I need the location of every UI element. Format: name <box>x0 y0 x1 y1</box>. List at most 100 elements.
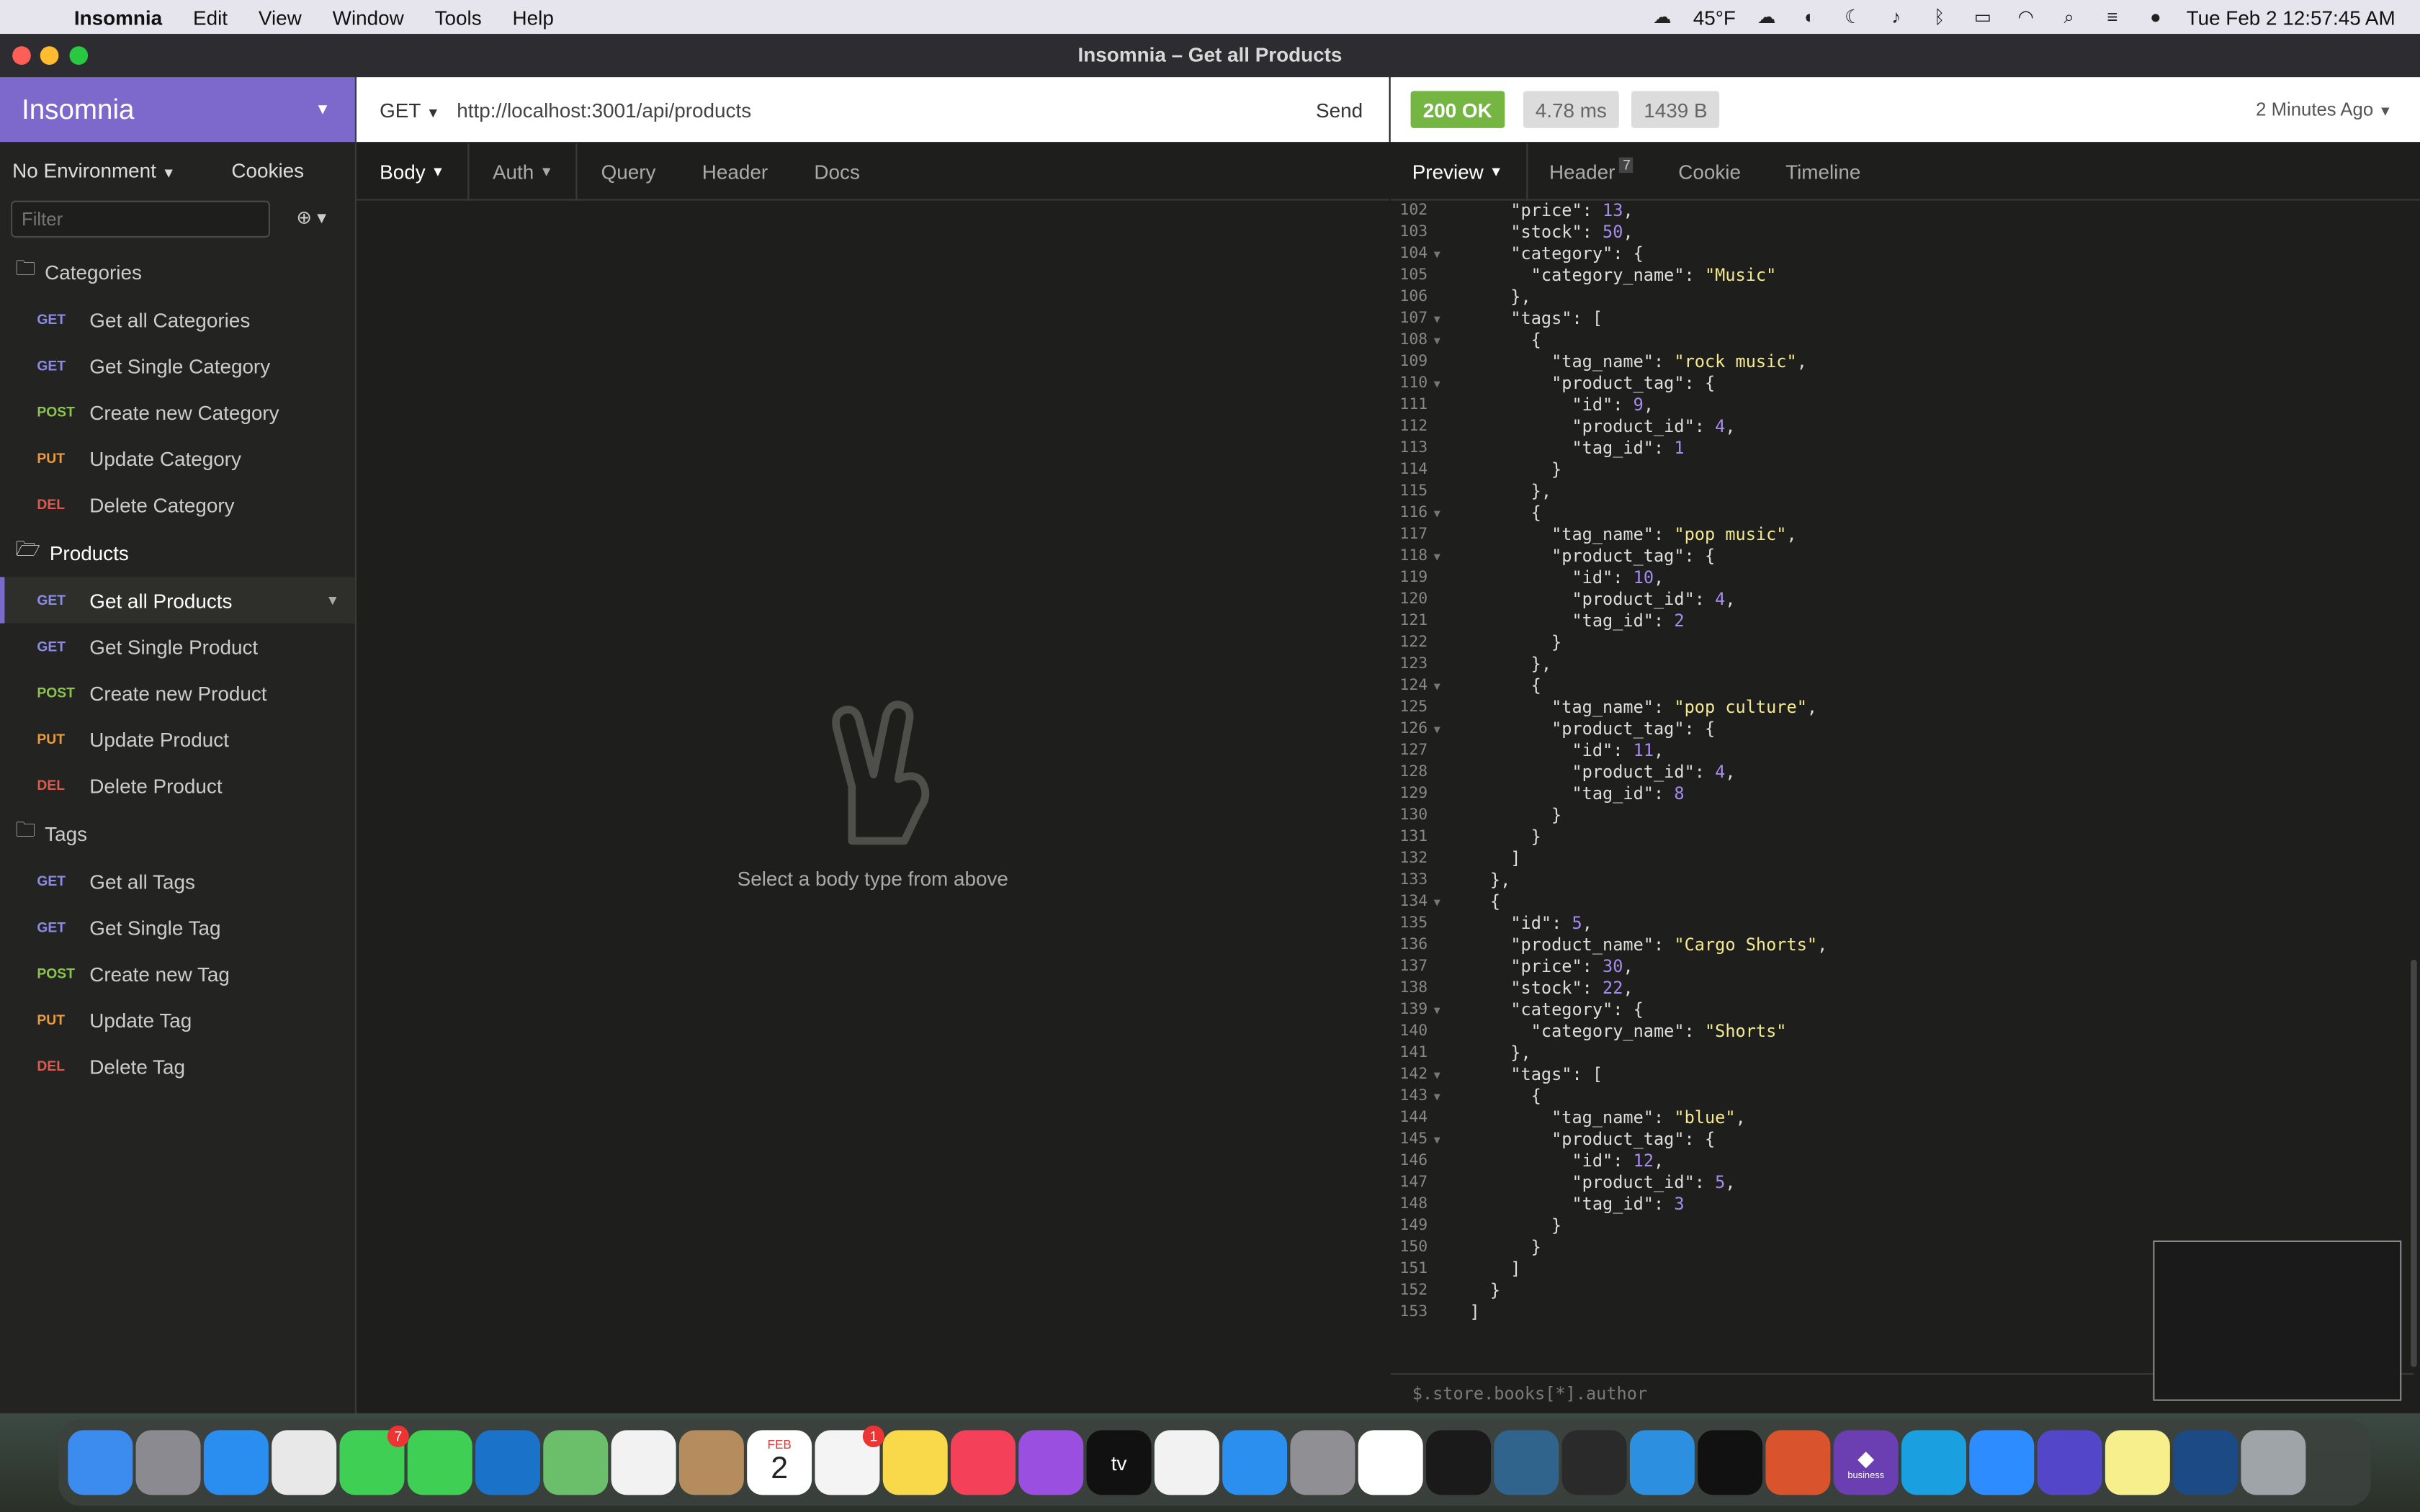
search-icon[interactable]: ⌕ <box>2057 6 2081 28</box>
weather-icon[interactable]: ☁ <box>1650 6 1675 28</box>
request-get-all-tags[interactable]: GET Get all Tags <box>0 858 355 904</box>
calendar-icon[interactable]: FEB 2 <box>747 1430 812 1495</box>
send-button[interactable]: Send <box>1316 98 1363 121</box>
siri-icon[interactable]: ● <box>2143 6 2168 28</box>
skype-icon[interactable] <box>1901 1430 1966 1495</box>
request-update-tag[interactable]: PUT Update Tag <box>0 996 355 1043</box>
slack-icon[interactable] <box>1358 1430 1423 1495</box>
battery-icon[interactable]: ▭ <box>1971 6 1995 28</box>
volume-icon[interactable]: ♪ <box>1884 6 1909 28</box>
fold-toggle-icon[interactable]: ▼ <box>1434 676 1449 698</box>
fold-toggle-icon[interactable]: ▼ <box>1434 546 1449 568</box>
request-update-category[interactable]: PUT Update Category <box>0 435 355 481</box>
request-update-product[interactable]: PUT Update Product <box>0 716 355 762</box>
stickies-icon[interactable] <box>2105 1430 2170 1495</box>
tab-preview[interactable]: Preview ▼ <box>1391 143 1528 199</box>
folder-products[interactable]: 🗁 Products <box>0 528 355 577</box>
maps-icon[interactable] <box>543 1430 609 1495</box>
clock[interactable]: Tue Feb 2 12:57:45 AM <box>2187 6 2396 29</box>
photos-icon[interactable] <box>611 1430 676 1495</box>
notes-icon[interactable] <box>882 1430 948 1495</box>
fold-toggle-icon[interactable]: ▼ <box>1434 1130 1449 1151</box>
add-request-button[interactable]: ⊕ ▾ <box>296 207 326 228</box>
folder-categories[interactable]: 🗀 Categories <box>0 247 355 297</box>
postgres-icon[interactable] <box>1494 1430 1559 1495</box>
zoom-icon[interactable] <box>1969 1430 2035 1495</box>
music-icon[interactable] <box>951 1430 1016 1495</box>
insomnia-icon[interactable]: ◆ business <box>1833 1430 1899 1495</box>
fold-toggle-icon[interactable]: ▼ <box>1434 1000 1449 1022</box>
terminal-icon[interactable] <box>1698 1430 1763 1495</box>
tab-response-header[interactable]: Header 7 <box>1528 143 1657 199</box>
launchpad-icon[interactable] <box>135 1430 201 1495</box>
tv-icon[interactable]: tv <box>1086 1430 1152 1495</box>
cloud-icon[interactable]: ☁ <box>1754 6 1779 28</box>
request-get-single-tag[interactable]: GET Get Single Tag <box>0 904 355 950</box>
finder-icon[interactable] <box>68 1430 133 1495</box>
fold-toggle-icon[interactable]: ▼ <box>1434 1065 1449 1086</box>
trash-icon[interactable] <box>2241 1430 2306 1495</box>
request-get-all-categories[interactable]: GET Get all Categories <box>0 296 355 342</box>
moon-icon[interactable]: ☾ <box>1841 6 1865 28</box>
chevron-down-icon[interactable]: ▼ <box>326 593 339 608</box>
request-delete-category[interactable]: DEL Delete Category <box>0 482 355 528</box>
response-body-viewer[interactable]: 102 "price": 13, 103 "stock": 50, 104 ▼ "ca… <box>1391 201 2414 1374</box>
request-get-single-product[interactable]: GET Get Single Product <box>0 624 355 670</box>
reminders-icon[interactable]: 1 <box>815 1425 884 1495</box>
control-center-icon[interactable]: ≡ <box>2100 6 2125 28</box>
request-get-single-category[interactable]: GET Get Single Category <box>0 343 355 389</box>
menu-edit[interactable]: Edit <box>193 6 228 29</box>
request-create-product[interactable]: POST Create new Product <box>0 670 355 716</box>
wifi-icon[interactable]: ◠ <box>2014 6 2038 28</box>
request-get-all-products[interactable]: GET Get all Products ▼ <box>0 577 355 624</box>
url-input[interactable]: http://localhost:3001/api/products <box>457 98 751 121</box>
folder-tags[interactable]: 🗀 Tags <box>0 809 355 858</box>
workspace-menu[interactable]: Insomnia ▼ <box>0 77 355 143</box>
request-delete-product[interactable]: DEL Delete Product <box>0 762 355 809</box>
appstore-icon[interactable] <box>1222 1430 1288 1495</box>
fold-toggle-icon[interactable]: ▼ <box>1434 1086 1449 1108</box>
menu-tools[interactable]: Tools <box>435 6 482 29</box>
contacts-icon[interactable] <box>678 1430 744 1495</box>
tab-header[interactable]: Header <box>679 143 792 199</box>
menu-view[interactable]: View <box>259 6 302 29</box>
tab-body[interactable]: Body ▼ <box>357 143 470 199</box>
cookies-button[interactable]: Cookies <box>231 158 304 181</box>
tab-docs[interactable]: Docs <box>791 143 883 199</box>
request-create-tag[interactable]: POST Create new Tag <box>0 950 355 996</box>
messages-icon[interactable]: 7 <box>339 1425 409 1495</box>
method-dropdown[interactable]: GET ▼ <box>380 98 457 121</box>
facetime-icon[interactable] <box>407 1430 472 1495</box>
tab-cookie[interactable]: Cookie <box>1657 143 1764 199</box>
preview-icon[interactable] <box>2173 1430 2238 1495</box>
request-create-category[interactable]: POST Create new Category <box>0 389 355 435</box>
fold-toggle-icon[interactable]: ▼ <box>1434 244 1449 266</box>
safari-icon[interactable] <box>203 1430 269 1495</box>
environment-selector[interactable]: No Environment ▼ <box>12 158 176 181</box>
menu-window[interactable]: Window <box>333 6 404 29</box>
fold-toggle-icon[interactable]: ▼ <box>1434 330 1449 352</box>
settings-icon[interactable] <box>1290 1430 1355 1495</box>
podcasts-icon[interactable] <box>1018 1430 1084 1495</box>
fold-toggle-icon[interactable]: ▼ <box>1434 374 1449 395</box>
screenshot-thumbnail[interactable] <box>2153 1240 2402 1401</box>
tab-auth[interactable]: Auth ▼ <box>470 143 578 199</box>
bluetooth-icon[interactable]: ᛒ <box>1927 6 1952 28</box>
chrome-icon[interactable] <box>272 1430 337 1495</box>
tab-timeline[interactable]: Timeline <box>1764 143 1883 199</box>
response-scrollbar[interactable] <box>2411 959 2417 1367</box>
request-delete-tag[interactable]: DEL Delete Tag <box>0 1043 355 1089</box>
screen-icon[interactable] <box>2037 1430 2102 1495</box>
tab-query[interactable]: Query <box>578 143 678 199</box>
fold-toggle-icon[interactable]: ▼ <box>1434 503 1449 525</box>
outlook-icon[interactable] <box>475 1430 540 1495</box>
contrast-icon[interactable]: ◐ <box>1798 6 1822 28</box>
github-icon[interactable] <box>1425 1430 1491 1495</box>
menu-help[interactable]: Help <box>513 6 554 29</box>
filter-input[interactable] <box>11 200 270 238</box>
fold-toggle-icon[interactable]: ▼ <box>1434 719 1449 741</box>
menu-app-name[interactable]: Insomnia <box>74 6 162 29</box>
remote-desktop-icon[interactable] <box>1765 1430 1831 1495</box>
history-dropdown[interactable]: 2 Minutes Ago ▼ <box>2256 99 2392 120</box>
fold-toggle-icon[interactable]: ▼ <box>1434 892 1449 914</box>
